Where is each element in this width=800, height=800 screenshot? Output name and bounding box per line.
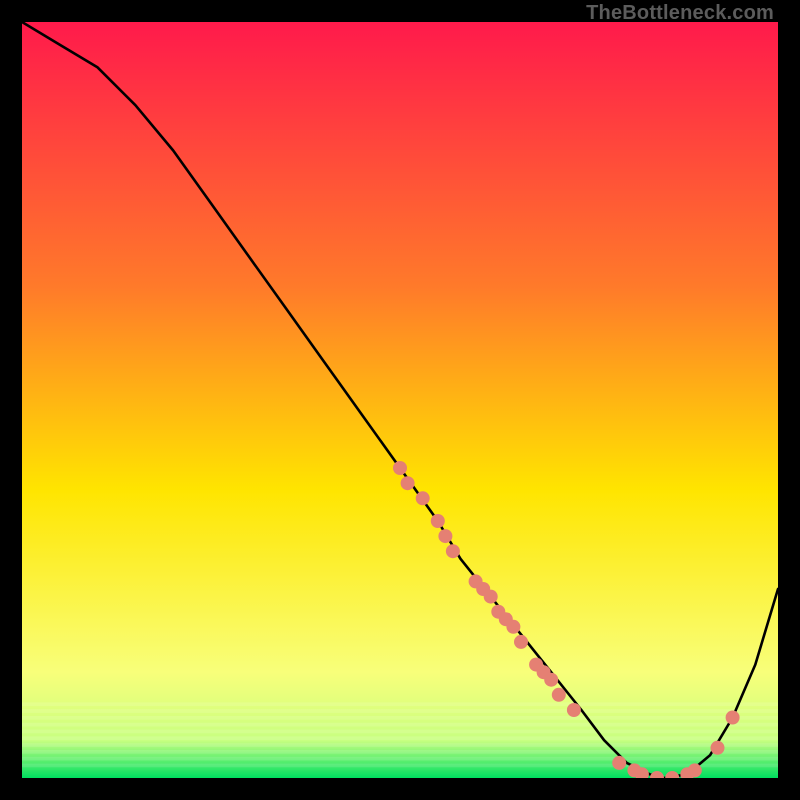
chart-frame [22, 22, 778, 778]
band-stripe [22, 723, 778, 727]
band-stripe [22, 757, 778, 761]
marker-dot [544, 673, 558, 687]
marker-dot [726, 711, 740, 725]
marker-dot [446, 544, 460, 558]
marker-dot [506, 620, 520, 634]
chart-svg [22, 22, 778, 778]
band-stripe [22, 702, 778, 706]
marker-dot [438, 529, 452, 543]
band-stripe [22, 736, 778, 740]
marker-dot [401, 476, 415, 490]
band-stripe [22, 743, 778, 747]
marker-dot [416, 491, 430, 505]
band-stripe [22, 716, 778, 720]
marker-dot [688, 763, 702, 777]
band-stripe [22, 709, 778, 713]
gradient-background [22, 22, 778, 778]
marker-dot [514, 635, 528, 649]
band-stripe [22, 750, 778, 754]
marker-dot [711, 741, 725, 755]
marker-dot [567, 703, 581, 717]
marker-dot [552, 688, 566, 702]
band-stripe [22, 730, 778, 734]
marker-dot [431, 514, 445, 528]
band-stripe [22, 764, 778, 768]
marker-dot [393, 461, 407, 475]
marker-dot [612, 756, 626, 770]
marker-dot [484, 590, 498, 604]
